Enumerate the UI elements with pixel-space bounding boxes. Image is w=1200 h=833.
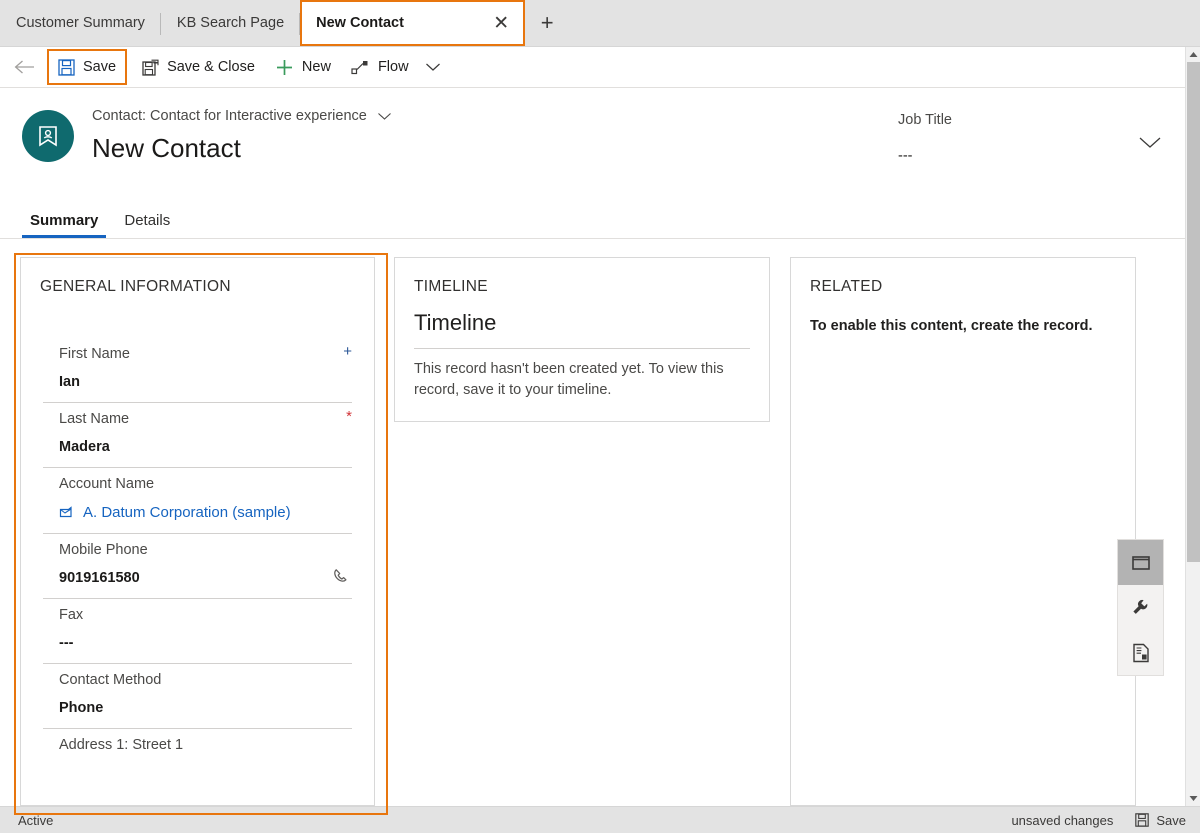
side-rail [1117, 539, 1164, 676]
header-expand-chevron-down-icon[interactable] [1138, 136, 1162, 149]
overflow-chevron-down-icon[interactable] [419, 50, 447, 84]
save-and-close-button[interactable]: Save & Close [132, 50, 265, 84]
status-bar-right: unsaved changes Save [1011, 813, 1186, 828]
contact-card-icon [39, 126, 57, 147]
new-button-label: New [301, 59, 331, 75]
field-value-link[interactable]: A. Datum Corporation (sample) [43, 492, 352, 521]
save-floppy-icon [1135, 813, 1150, 827]
save-close-icon [142, 59, 159, 76]
field-mobile-phone[interactable]: Mobile Phone 9019161580 [43, 534, 352, 599]
unsaved-changes-text: unsaved changes [1011, 812, 1114, 828]
timeline-card: TIMELINE Timeline This record hasn't bee… [394, 257, 770, 422]
related-card: RELATED To enable this content, create t… [790, 257, 1136, 806]
chevron-down-icon[interactable] [377, 112, 392, 121]
field-value: 9019161580 [59, 570, 140, 586]
back-button[interactable] [8, 50, 42, 84]
save-button-label: Save [83, 59, 117, 75]
field-value: Madera [59, 439, 110, 455]
entity-breadcrumb[interactable]: Contact: Contact for Interactive experie… [92, 106, 392, 126]
field-label: Account Name [59, 476, 155, 492]
tab-kb-search-page[interactable]: KB Search Page [161, 0, 301, 46]
dynamics-contact-form-window: Customer Summary KB Search Page New Cont… [0, 0, 1200, 833]
account-lookup-icon [59, 505, 75, 521]
tab-customer-summary[interactable]: Customer Summary [0, 0, 161, 46]
required-asterisk-icon: * [346, 408, 352, 425]
browser-tab-strip: Customer Summary KB Search Page New Cont… [0, 0, 1200, 47]
field-value: Ian [59, 374, 80, 390]
status-save-label: Save [1156, 812, 1186, 828]
field-first-name[interactable]: First Name + Ian [43, 338, 352, 403]
general-information-card: GENERAL INFORMATION First Name + Ian Las… [20, 257, 375, 806]
status-bar: Active unsaved changes Save [0, 806, 1200, 833]
form-tab-bar: Summary Details [0, 198, 1186, 239]
field-address1-street1[interactable]: Address 1: Street 1 [43, 729, 352, 765]
wrench-icon [1131, 598, 1150, 617]
tab-details[interactable]: Details [116, 212, 178, 238]
field-label: Fax [59, 607, 84, 623]
general-information-title: GENERAL INFORMATION [40, 278, 231, 295]
account-name-text: A. Datum Corporation (sample) [83, 504, 291, 521]
field-label: Address 1: Street 1 [59, 737, 184, 753]
flow-icon [351, 59, 370, 76]
form-body: GENERAL INFORMATION First Name + Ian Las… [0, 239, 1186, 815]
vertical-scrollbar-thumb[interactable] [1187, 62, 1200, 562]
header-field-job-title[interactable]: Job Title --- [898, 106, 1128, 164]
plus-icon [275, 58, 294, 77]
record-header: Contact: Contact for Interactive experie… [0, 88, 1186, 198]
close-icon[interactable]: ✕ [489, 12, 513, 35]
plus-icon: + [540, 10, 554, 35]
optional-plus-icon: + [343, 343, 352, 360]
field-value: --- [59, 635, 74, 651]
field-account-name[interactable]: Account Name A. Datum Corporation (sampl… [43, 468, 352, 534]
field-label: Last Name [59, 411, 130, 427]
avatar [22, 110, 74, 162]
report-icon [1132, 643, 1150, 663]
window-icon [1131, 554, 1151, 572]
arrow-left-icon [14, 60, 34, 74]
field-label: Contact Method [59, 672, 162, 688]
tab-details-label: Details [124, 212, 171, 229]
flow-button[interactable]: Flow [341, 50, 419, 84]
scroll-up-arrow-icon[interactable] [1186, 47, 1200, 62]
new-tab-button[interactable]: + [525, 0, 569, 46]
record-titles: Contact: Contact for Interactive experie… [92, 106, 392, 164]
tab-summary-label: Summary [30, 212, 99, 229]
save-floppy-icon [58, 58, 75, 76]
related-empty-message: To enable this content, create the recor… [810, 318, 1093, 334]
timeline-heading: Timeline [414, 310, 497, 335]
command-bar: Save Save & Close New Flow [0, 47, 1186, 88]
tab-label: New Contact [316, 15, 404, 31]
tab-label: Customer Summary [16, 15, 145, 31]
field-value: Phone [59, 700, 104, 716]
status-badge: Active [18, 812, 54, 828]
vertical-scrollbar[interactable] [1185, 47, 1200, 806]
general-information-fields: First Name + Ian Last Name * Madera Acco… [21, 338, 374, 765]
field-last-name[interactable]: Last Name * Madera [43, 403, 352, 468]
page-title: New Contact [92, 133, 241, 163]
rail-report-button[interactable] [1118, 630, 1163, 675]
new-button[interactable]: New [265, 50, 341, 84]
status-save-button[interactable]: Save [1135, 813, 1186, 828]
field-label: Mobile Phone [59, 542, 148, 558]
related-section-title: RELATED [810, 278, 883, 295]
header-field-label: Job Title [898, 112, 952, 128]
phone-icon[interactable] [331, 567, 350, 586]
save-button[interactable]: Save [46, 49, 128, 85]
field-contact-method[interactable]: Contact Method Phone [43, 664, 352, 729]
scroll-down-arrow-icon[interactable] [1186, 791, 1200, 806]
timeline-section-title: TIMELINE [414, 278, 488, 295]
rail-wrench-button[interactable] [1118, 585, 1163, 630]
tab-label: KB Search Page [176, 15, 285, 31]
field-label: First Name [59, 346, 130, 362]
field-fax[interactable]: Fax --- [43, 599, 352, 664]
save-and-close-label: Save & Close [167, 59, 255, 75]
timeline-empty-message: This record hasn't been created yet. To … [414, 361, 724, 398]
rail-window-button[interactable] [1118, 540, 1163, 585]
entity-breadcrumb-label: Contact: Contact for Interactive experie… [92, 108, 367, 124]
tab-summary[interactable]: Summary [22, 212, 107, 238]
header-field-value: --- [898, 148, 913, 164]
tab-new-contact[interactable]: New Contact ✕ [300, 0, 526, 46]
flow-button-label: Flow [377, 59, 409, 75]
